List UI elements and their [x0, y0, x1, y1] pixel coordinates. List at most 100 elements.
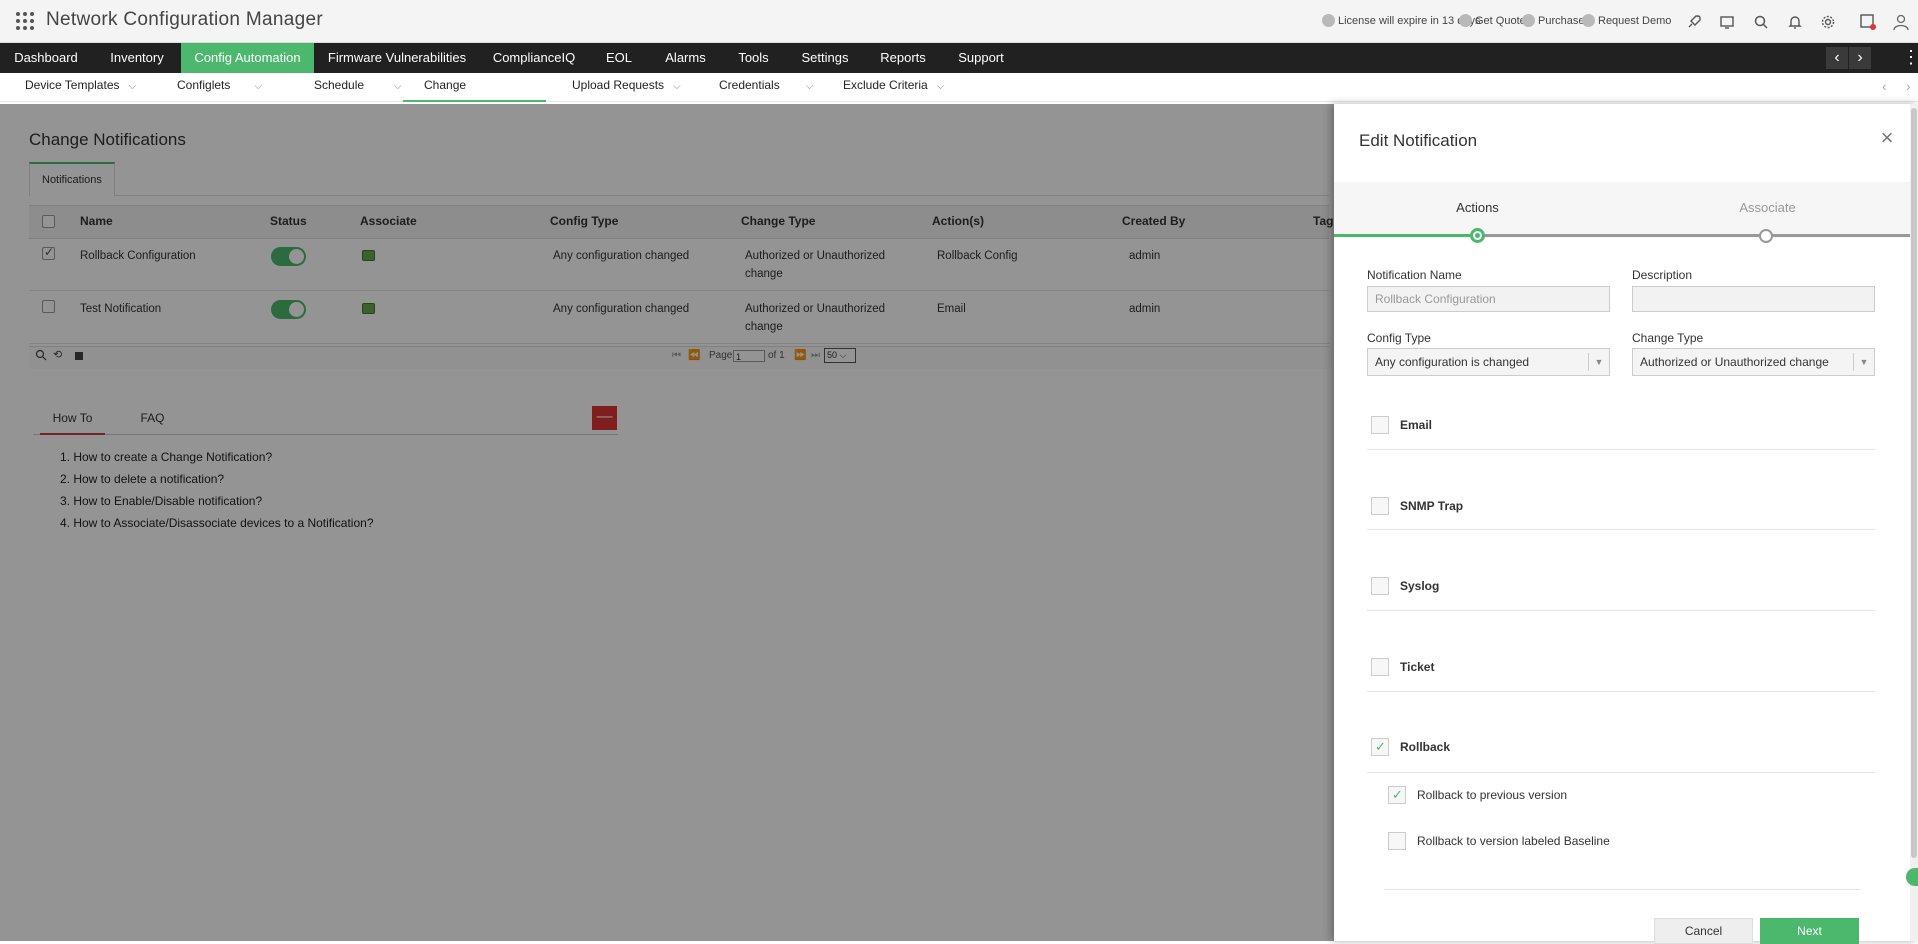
nav-support[interactable]: Support [955, 43, 1007, 73]
notification-name-label: Notification Name [1367, 268, 1462, 282]
rollback-previous-checkbox[interactable] [1388, 786, 1406, 804]
search-icon[interactable] [1750, 11, 1772, 33]
ticket-label: Ticket [1400, 660, 1435, 674]
description-label: Description [1632, 268, 1693, 282]
chevron-down-icon: ⌵ [254, 81, 262, 92]
nav-dashboard[interactable]: Dashboard [6, 43, 86, 73]
config-type-value: Any configuration is changed [1375, 355, 1530, 369]
cancel-button[interactable]: Cancel [1654, 918, 1753, 944]
bell-icon[interactable] [1784, 11, 1806, 33]
nav-reports[interactable]: Reports [874, 43, 932, 73]
sub-nav [0, 73, 1918, 102]
chevron-down-icon: ⌵ [673, 81, 681, 92]
rollback-checkbox[interactable] [1371, 738, 1389, 756]
subnav-label: Upload Requests [572, 78, 665, 92]
nav-config-automation[interactable]: Config Automation [181, 43, 314, 73]
subnav-change-notifications[interactable]: Change Notifications⌵ [403, 73, 546, 117]
rollback-label: Rollback [1400, 740, 1451, 754]
nav-tools[interactable]: Tools [730, 43, 777, 73]
change-type-label: Change Type [1632, 331, 1704, 345]
chevron-down-icon: ⌵ [805, 81, 814, 92]
email-label: Email [1400, 418, 1433, 432]
config-type-select[interactable]: Any configuration is changed ▼ [1367, 348, 1610, 376]
step-progress-remaining [1478, 234, 1910, 237]
step-associate[interactable]: Associate [1720, 200, 1815, 215]
license-link[interactable]: License will expire in 13 days [1322, 14, 1480, 27]
app-title: Network Configuration Manager [46, 9, 323, 30]
notification-name-input[interactable]: Rollback Configuration [1367, 286, 1610, 312]
subnav-configlets[interactable]: Configlets ⌵ [177, 73, 262, 102]
chevron-down-icon: ▼ [1853, 353, 1874, 371]
monitor-icon[interactable] [1716, 11, 1738, 33]
divider [1367, 610, 1875, 611]
ticket-checkbox[interactable] [1371, 658, 1389, 676]
divider [1367, 449, 1875, 450]
rollback-previous-label: Rollback to previous version [1417, 788, 1568, 802]
close-icon[interactable]: × [1878, 127, 1896, 149]
license-icon [1322, 14, 1335, 27]
request-demo-text: Request Demo [1598, 14, 1672, 27]
change-type-select[interactable]: Authorized or Unauthorized change ▼ [1632, 348, 1875, 376]
request-demo-link[interactable]: Request Demo [1582, 14, 1671, 27]
step-actions-dot-icon[interactable] [1470, 228, 1485, 243]
wizard-steps [1334, 182, 1910, 238]
nav-alarms[interactable]: Alarms [658, 43, 713, 73]
subnav-label: Credentials [719, 78, 780, 92]
subnav-upload-requests[interactable]: Upload Requests ⌵ [572, 73, 681, 102]
subnav-next-icon[interactable]: › [1906, 78, 1911, 94]
nav-settings[interactable]: Settings [795, 43, 855, 73]
email-checkbox[interactable] [1371, 416, 1389, 434]
nav-eol[interactable]: EOL [596, 43, 642, 73]
avatar-icon[interactable] [1890, 11, 1912, 33]
chevron-down-icon: ▼ [1588, 353, 1609, 371]
chat-icon[interactable] [1906, 868, 1918, 886]
more-vertical-icon[interactable]: ⋮ [1902, 47, 1918, 69]
rollback-baseline-checkbox[interactable] [1388, 832, 1406, 850]
gear-icon[interactable] [1817, 11, 1839, 33]
rollback-baseline-label: Rollback to version labeled Baseline [1417, 834, 1610, 848]
subnav-label: Schedule [314, 78, 365, 92]
chevron-down-icon: ⌵ [936, 81, 945, 92]
step-actions[interactable]: Actions [1430, 200, 1525, 215]
nav-prev-arrow-icon[interactable]: ‹ [1826, 47, 1848, 69]
step-progress-done [1334, 234, 1478, 237]
chevron-down-icon: ⌵ [128, 81, 137, 92]
subnav-label: Exclude Criteria [843, 78, 928, 92]
app-launcher-icon[interactable] [16, 12, 34, 30]
quote-icon [1459, 14, 1472, 27]
chevron-down-icon: ⌵ [394, 81, 402, 92]
nav-next-arrow-icon[interactable]: › [1849, 47, 1871, 69]
snmp-trap-label: SNMP Trap [1400, 499, 1464, 513]
user-alert-icon[interactable] [1857, 11, 1879, 33]
get-quote-link[interactable]: Get Quote [1459, 14, 1526, 27]
change-type-value: Authorized or Unauthorized change [1640, 355, 1829, 369]
panel-scrollbar-thumb[interactable] [1911, 108, 1917, 858]
get-quote-text: Get Quote [1475, 14, 1526, 27]
subnav-device-templates[interactable]: Device Templates ⌵ [25, 73, 136, 102]
subnav-exclude-criteria[interactable]: Exclude Criteria ⌵ [843, 73, 944, 102]
divider [1367, 529, 1875, 530]
config-type-label: Config Type [1367, 331, 1431, 345]
nav-inventory[interactable]: Inventory [99, 43, 175, 73]
purchase-text: Purchase [1538, 14, 1585, 27]
divider [1367, 772, 1875, 773]
demo-icon [1582, 14, 1595, 27]
syslog-label: Syslog [1400, 579, 1440, 593]
syslog-checkbox[interactable] [1371, 577, 1389, 595]
step-associate-dot-icon[interactable] [1759, 229, 1773, 243]
panel-title: Edit Notification [1359, 131, 1478, 150]
subnav-schedule[interactable]: Schedule ⌵ [314, 73, 402, 102]
nav-complianceiq[interactable]: ComplianceIQ [488, 43, 580, 73]
purchase-icon [1522, 14, 1535, 27]
description-input[interactable] [1632, 286, 1875, 312]
subnav-credentials[interactable]: Credentials ⌵ [719, 73, 813, 102]
nav-firmware-vulnerabilities[interactable]: Firmware Vulnerabilities [323, 43, 471, 73]
divider [1384, 889, 1860, 890]
divider [1367, 691, 1875, 692]
snmp-trap-checkbox[interactable] [1371, 497, 1389, 515]
next-button[interactable]: Next [1760, 918, 1859, 944]
rocket-icon[interactable] [1683, 11, 1705, 33]
purchase-link[interactable]: Purchase [1522, 14, 1584, 27]
subnav-prev-icon[interactable]: ‹ [1882, 78, 1887, 94]
subnav-label: Device Templates [25, 78, 120, 92]
